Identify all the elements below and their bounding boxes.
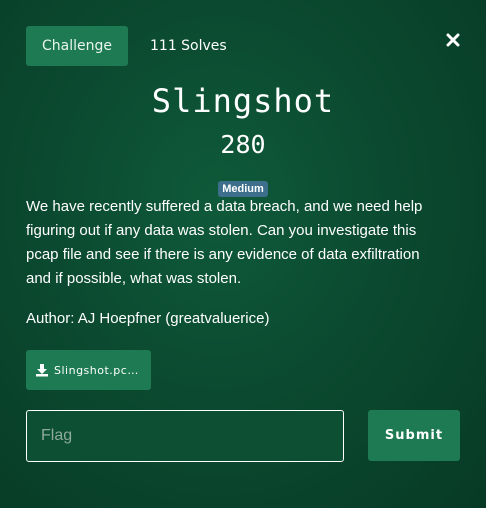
- close-button[interactable]: [444, 31, 462, 49]
- challenge-title: Slingshot: [151, 82, 335, 120]
- challenge-tabs: Challenge 111 Solves: [26, 26, 227, 66]
- challenge-author: Author: AJ Hoepfner (greatvaluerice): [26, 310, 270, 327]
- download-icon: [36, 364, 48, 377]
- submit-button[interactable]: Submit: [368, 410, 460, 461]
- file-download-button[interactable]: Slingshot.pcap: [26, 350, 151, 390]
- challenge-description: We have recently suffered a data breach,…: [26, 198, 423, 287]
- tab-solves[interactable]: 111 Solves: [150, 38, 227, 54]
- tab-challenge[interactable]: Challenge: [26, 26, 128, 66]
- challenge-points: 280: [220, 130, 266, 159]
- difficulty-badge-wrap: Medium: [0, 177, 486, 197]
- close-icon: [446, 33, 460, 47]
- flag-input[interactable]: [26, 410, 344, 462]
- file-name: Slingshot.pcap: [54, 363, 142, 377]
- challenge-modal: Challenge 111 Solves Slingshot 280 Mediu…: [0, 0, 486, 508]
